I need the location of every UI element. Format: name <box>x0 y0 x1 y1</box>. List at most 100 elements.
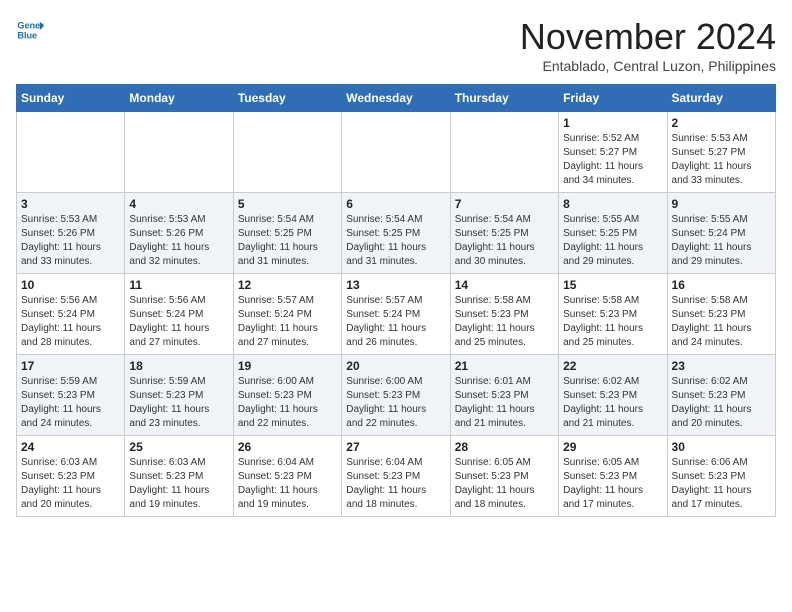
calendar-cell: 13 Sunrise: 5:57 AM Sunset: 5:24 PM Dayli… <box>342 274 450 355</box>
calendar-cell: 14 Sunrise: 5:58 AM Sunset: 5:23 PM Dayli… <box>450 274 558 355</box>
day-number: 27 <box>346 440 445 454</box>
calendar-cell: 27 Sunrise: 6:04 AM Sunset: 5:23 PM Dayli… <box>342 436 450 517</box>
page-header: General Blue November 2024 Entablado, Ce… <box>16 16 776 74</box>
calendar-cell: 5Sunrise: 5:54 AM Sunset: 5:25 PM Daylig… <box>233 193 341 274</box>
calendar-cell: 18 Sunrise: 5:59 AM Sunset: 5:23 PM Dayli… <box>125 355 233 436</box>
calendar-cell: 17 Sunrise: 5:59 AM Sunset: 5:23 PM Dayli… <box>17 355 125 436</box>
logo-icon: General Blue <box>16 16 44 44</box>
day-number: 6 <box>346 197 445 211</box>
day-number: 26 <box>238 440 337 454</box>
weekday-header-tuesday: Tuesday <box>233 85 341 112</box>
calendar-cell: 9 Sunrise: 5:55 AM Sunset: 5:24 PM Daylig… <box>667 193 775 274</box>
weekday-header-monday: Monday <box>125 85 233 112</box>
day-info: Sunrise: 6:05 AM Sunset: 5:23 PM Dayligh… <box>563 456 662 512</box>
day-info: Sunrise: 6:04 AM Sunset: 5:23 PM Dayligh… <box>238 456 337 512</box>
day-number: 7 <box>455 197 554 211</box>
calendar-cell: 12 Sunrise: 5:57 AM Sunset: 5:24 PM Dayli… <box>233 274 341 355</box>
day-info: Sunrise: 6:00 AM Sunset: 5:23 PM Dayligh… <box>346 375 445 431</box>
svg-text:Blue: Blue <box>17 30 37 40</box>
day-info: Sunrise: 5:58 AM Sunset: 5:23 PM Dayligh… <box>563 294 662 350</box>
day-info: Sunrise: 5:53 AM Sunset: 5:27 PM Dayligh… <box>672 132 771 188</box>
calendar-week-3: 10 Sunrise: 5:56 AM Sunset: 5:24 PM Dayli… <box>17 274 776 355</box>
day-info: Sunrise: 5:54 AM Sunset: 5:25 PM Dayligh… <box>238 213 337 269</box>
day-number: 10 <box>21 278 120 292</box>
calendar-cell: 26 Sunrise: 6:04 AM Sunset: 5:23 PM Dayli… <box>233 436 341 517</box>
day-info: Sunrise: 6:06 AM Sunset: 5:23 PM Dayligh… <box>672 456 771 512</box>
day-info: Sunrise: 5:58 AM Sunset: 5:23 PM Dayligh… <box>455 294 554 350</box>
day-number: 19 <box>238 359 337 373</box>
day-info: Sunrise: 5:59 AM Sunset: 5:23 PM Dayligh… <box>129 375 228 431</box>
day-number: 4 <box>129 197 228 211</box>
day-info: Sunrise: 5:53 AM Sunset: 5:26 PM Dayligh… <box>129 213 228 269</box>
day-number: 14 <box>455 278 554 292</box>
calendar-cell: 16Sunrise: 5:58 AM Sunset: 5:23 PM Dayli… <box>667 274 775 355</box>
day-info: Sunrise: 5:57 AM Sunset: 5:24 PM Dayligh… <box>346 294 445 350</box>
calendar-cell: 6 Sunrise: 5:54 AM Sunset: 5:25 PM Daylig… <box>342 193 450 274</box>
day-number: 23 <box>672 359 771 373</box>
day-info: Sunrise: 5:54 AM Sunset: 5:25 PM Dayligh… <box>346 213 445 269</box>
day-info: Sunrise: 5:55 AM Sunset: 5:24 PM Dayligh… <box>672 213 771 269</box>
calendar-week-2: 3 Sunrise: 5:53 AM Sunset: 5:26 PM Daylig… <box>17 193 776 274</box>
day-info: Sunrise: 5:57 AM Sunset: 5:24 PM Dayligh… <box>238 294 337 350</box>
day-number: 28 <box>455 440 554 454</box>
day-number: 15 <box>563 278 662 292</box>
day-number: 9 <box>672 197 771 211</box>
day-info: Sunrise: 5:59 AM Sunset: 5:23 PM Dayligh… <box>21 375 120 431</box>
calendar-cell: 7 Sunrise: 5:54 AM Sunset: 5:25 PM Daylig… <box>450 193 558 274</box>
day-info: Sunrise: 6:01 AM Sunset: 5:23 PM Dayligh… <box>455 375 554 431</box>
day-info: Sunrise: 6:03 AM Sunset: 5:23 PM Dayligh… <box>21 456 120 512</box>
day-number: 30 <box>672 440 771 454</box>
day-info: Sunrise: 6:04 AM Sunset: 5:23 PM Dayligh… <box>346 456 445 512</box>
day-number: 22 <box>563 359 662 373</box>
day-info: Sunrise: 5:52 AM Sunset: 5:27 PM Dayligh… <box>563 132 662 188</box>
calendar-cell: 19 Sunrise: 6:00 AM Sunset: 5:23 PM Dayli… <box>233 355 341 436</box>
day-info: Sunrise: 6:02 AM Sunset: 5:23 PM Dayligh… <box>672 375 771 431</box>
calendar-cell: 21 Sunrise: 6:01 AM Sunset: 5:23 PM Dayli… <box>450 355 558 436</box>
day-info: Sunrise: 6:05 AM Sunset: 5:23 PM Dayligh… <box>455 456 554 512</box>
day-info: Sunrise: 6:00 AM Sunset: 5:23 PM Dayligh… <box>238 375 337 431</box>
day-number: 12 <box>238 278 337 292</box>
day-number: 3 <box>21 197 120 211</box>
calendar-cell: 4 Sunrise: 5:53 AM Sunset: 5:26 PM Daylig… <box>125 193 233 274</box>
calendar-cell: 2 Sunrise: 5:53 AM Sunset: 5:27 PM Daylig… <box>667 112 775 193</box>
day-number: 29 <box>563 440 662 454</box>
calendar-cell <box>233 112 341 193</box>
calendar-cell <box>342 112 450 193</box>
day-number: 18 <box>129 359 228 373</box>
weekday-header-sunday: Sunday <box>17 85 125 112</box>
day-info: Sunrise: 5:54 AM Sunset: 5:25 PM Dayligh… <box>455 213 554 269</box>
calendar-cell: 23 Sunrise: 6:02 AM Sunset: 5:23 PM Dayli… <box>667 355 775 436</box>
calendar-cell <box>125 112 233 193</box>
calendar-cell: 29 Sunrise: 6:05 AM Sunset: 5:23 PM Dayli… <box>559 436 667 517</box>
calendar-cell <box>450 112 558 193</box>
calendar-cell: 10 Sunrise: 5:56 AM Sunset: 5:24 PM Dayli… <box>17 274 125 355</box>
calendar-cell: 11 Sunrise: 5:56 AM Sunset: 5:24 PM Dayli… <box>125 274 233 355</box>
day-info: Sunrise: 5:55 AM Sunset: 5:25 PM Dayligh… <box>563 213 662 269</box>
day-number: 13 <box>346 278 445 292</box>
calendar-cell: 3 Sunrise: 5:53 AM Sunset: 5:26 PM Daylig… <box>17 193 125 274</box>
month-title: November 2024 <box>520 16 776 58</box>
day-number: 24 <box>21 440 120 454</box>
day-number: 21 <box>455 359 554 373</box>
calendar-week-4: 17 Sunrise: 5:59 AM Sunset: 5:23 PM Dayli… <box>17 355 776 436</box>
day-number: 1 <box>563 116 662 130</box>
day-number: 8 <box>563 197 662 211</box>
weekday-header-saturday: Saturday <box>667 85 775 112</box>
day-info: Sunrise: 6:03 AM Sunset: 5:23 PM Dayligh… <box>129 456 228 512</box>
day-info: Sunrise: 6:02 AM Sunset: 5:23 PM Dayligh… <box>563 375 662 431</box>
day-number: 2 <box>672 116 771 130</box>
weekday-header-thursday: Thursday <box>450 85 558 112</box>
calendar-cell: 8 Sunrise: 5:55 AM Sunset: 5:25 PM Daylig… <box>559 193 667 274</box>
calendar-cell: 28 Sunrise: 6:05 AM Sunset: 5:23 PM Dayli… <box>450 436 558 517</box>
day-info: Sunrise: 5:58 AM Sunset: 5:23 PM Dayligh… <box>672 294 771 350</box>
title-block: November 2024 Entablado, Central Luzon, … <box>520 16 776 74</box>
day-info: Sunrise: 5:53 AM Sunset: 5:26 PM Dayligh… <box>21 213 120 269</box>
calendar-cell <box>17 112 125 193</box>
day-number: 17 <box>21 359 120 373</box>
calendar-week-5: 24 Sunrise: 6:03 AM Sunset: 5:23 PM Dayli… <box>17 436 776 517</box>
day-info: Sunrise: 5:56 AM Sunset: 5:24 PM Dayligh… <box>21 294 120 350</box>
logo: General Blue <box>16 16 44 44</box>
day-info: Sunrise: 5:56 AM Sunset: 5:24 PM Dayligh… <box>129 294 228 350</box>
day-number: 11 <box>129 278 228 292</box>
calendar-cell: 24 Sunrise: 6:03 AM Sunset: 5:23 PM Dayli… <box>17 436 125 517</box>
